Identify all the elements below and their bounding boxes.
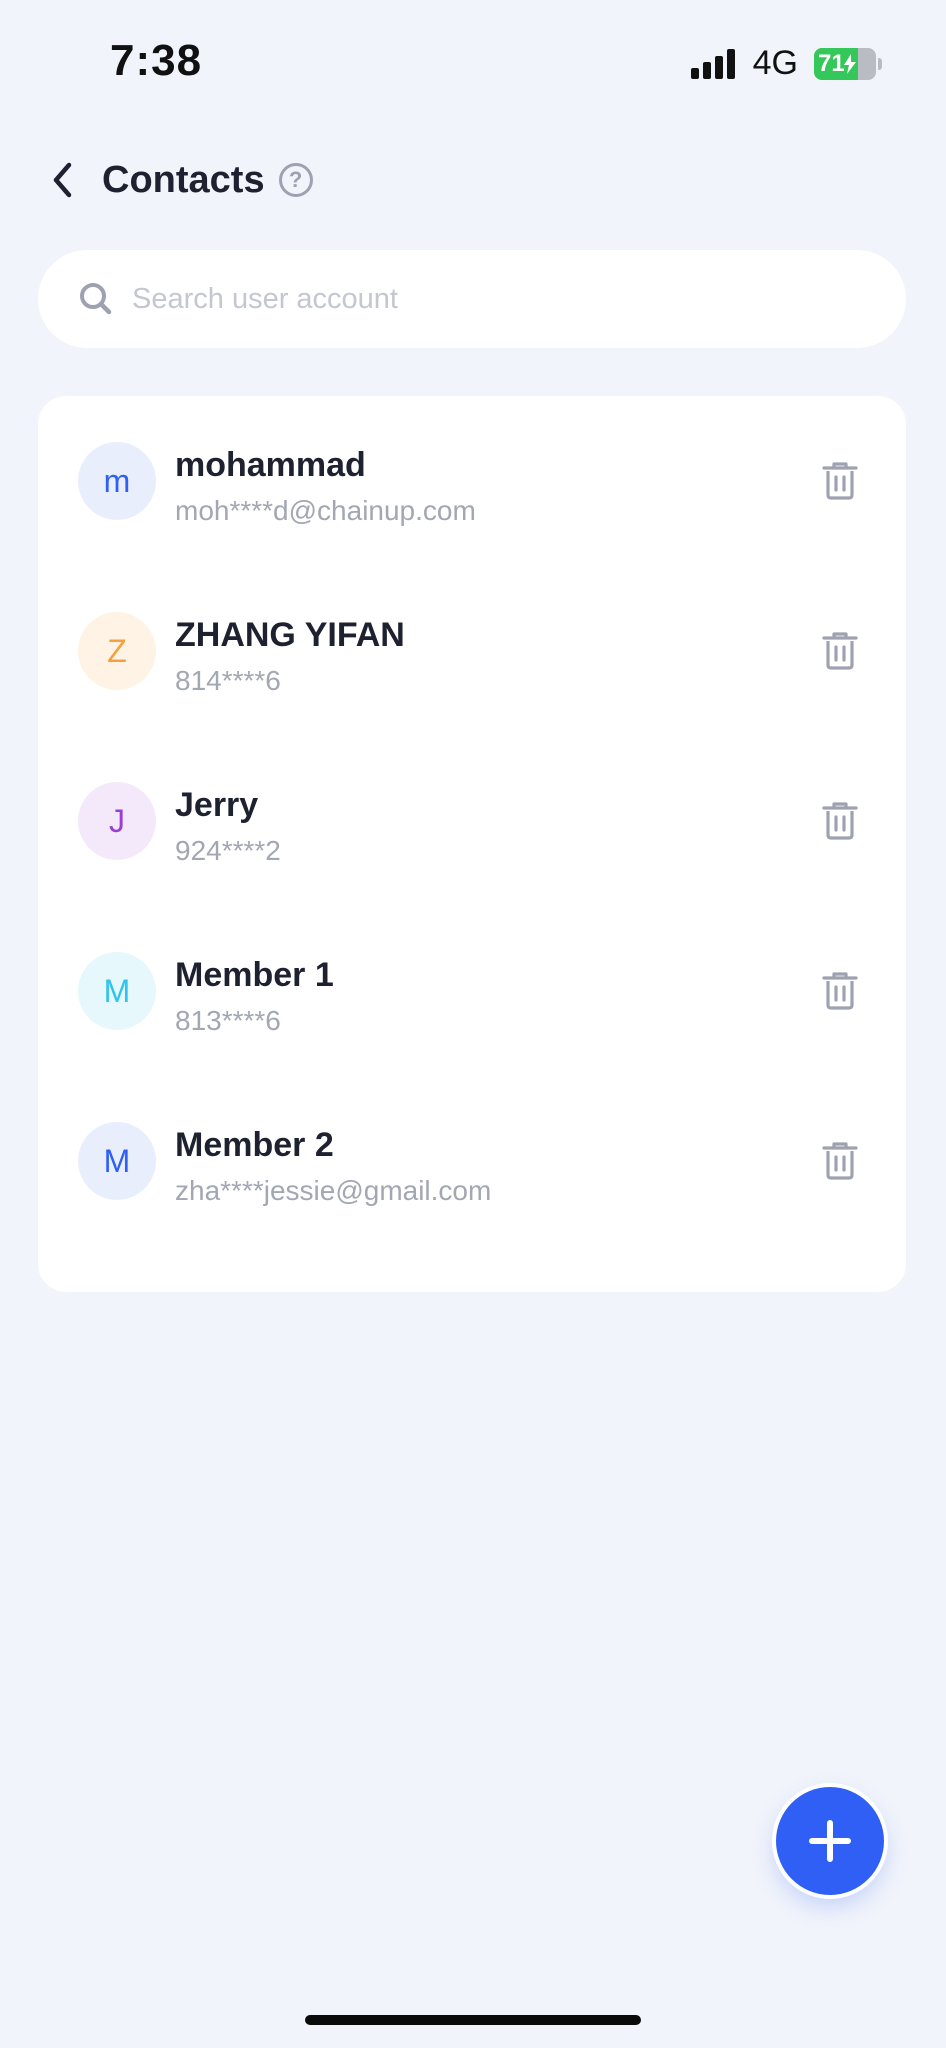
avatar: M — [78, 1122, 156, 1200]
header: Contacts ? — [40, 150, 313, 210]
contact-account: 813****6 — [175, 1005, 281, 1036]
contact-account: moh****d@chainup.com — [175, 495, 476, 526]
contact-item[interactable]: m mohammad moh****d@chainup.com — [38, 396, 906, 566]
back-button[interactable] — [40, 158, 84, 202]
status-indicators: 4G 71 — [690, 44, 882, 83]
search-input[interactable] — [130, 281, 854, 317]
contact-item[interactable]: Z ZHANG YIFAN 814****6 — [38, 566, 906, 736]
contact-name: Member 2 — [175, 1126, 334, 1164]
help-icon[interactable]: ? — [278, 163, 313, 197]
battery-level: 71 — [818, 49, 845, 77]
avatar: Z — [78, 612, 156, 690]
search-bar[interactable] — [38, 250, 906, 348]
avatar: m — [78, 442, 156, 520]
status-bar: 7:38 4G 71 — [0, 0, 946, 120]
search-icon — [78, 281, 114, 317]
avatar: M — [78, 952, 156, 1030]
contact-item[interactable]: M Member 1 813****6 — [38, 906, 906, 1076]
home-indicator — [305, 2015, 641, 2025]
delete-button[interactable] — [820, 799, 860, 843]
plus-icon — [809, 1820, 851, 1862]
avatar: J — [78, 782, 156, 860]
contact-name: mohammad — [175, 446, 366, 484]
delete-button[interactable] — [820, 459, 860, 503]
delete-button[interactable] — [820, 629, 860, 673]
contact-account: 814****6 — [175, 665, 281, 696]
battery-cap — [878, 57, 882, 70]
battery-icon: 71 — [814, 47, 876, 80]
charging-bolt-icon — [843, 53, 856, 74]
trash-icon — [822, 462, 858, 500]
contact-item[interactable]: M Member 2 zha****jessie@gmail.com — [38, 1076, 906, 1246]
chevron-left-icon — [53, 162, 72, 198]
status-time: 7:38 — [110, 36, 203, 85]
trash-icon — [822, 632, 858, 670]
contact-item[interactable]: J Jerry 924****2 — [38, 736, 906, 906]
contacts-list: m mohammad moh****d@chainup.com Z ZHANG … — [38, 396, 906, 1292]
signal-icon — [690, 48, 735, 79]
contact-name: Member 1 — [175, 956, 334, 994]
trash-icon — [822, 972, 858, 1010]
trash-icon — [822, 1142, 858, 1180]
trash-icon — [822, 802, 858, 840]
delete-button[interactable] — [820, 969, 860, 1013]
contact-account: zha****jessie@gmail.com — [175, 1175, 492, 1206]
network-type: 4G — [752, 44, 798, 82]
add-contact-button[interactable] — [776, 1787, 884, 1895]
contact-name: ZHANG YIFAN — [175, 616, 405, 654]
page-title: Contacts — [102, 158, 265, 201]
contact-name: Jerry — [175, 786, 259, 824]
delete-button[interactable] — [820, 1139, 860, 1183]
contact-account: 924****2 — [175, 835, 281, 866]
